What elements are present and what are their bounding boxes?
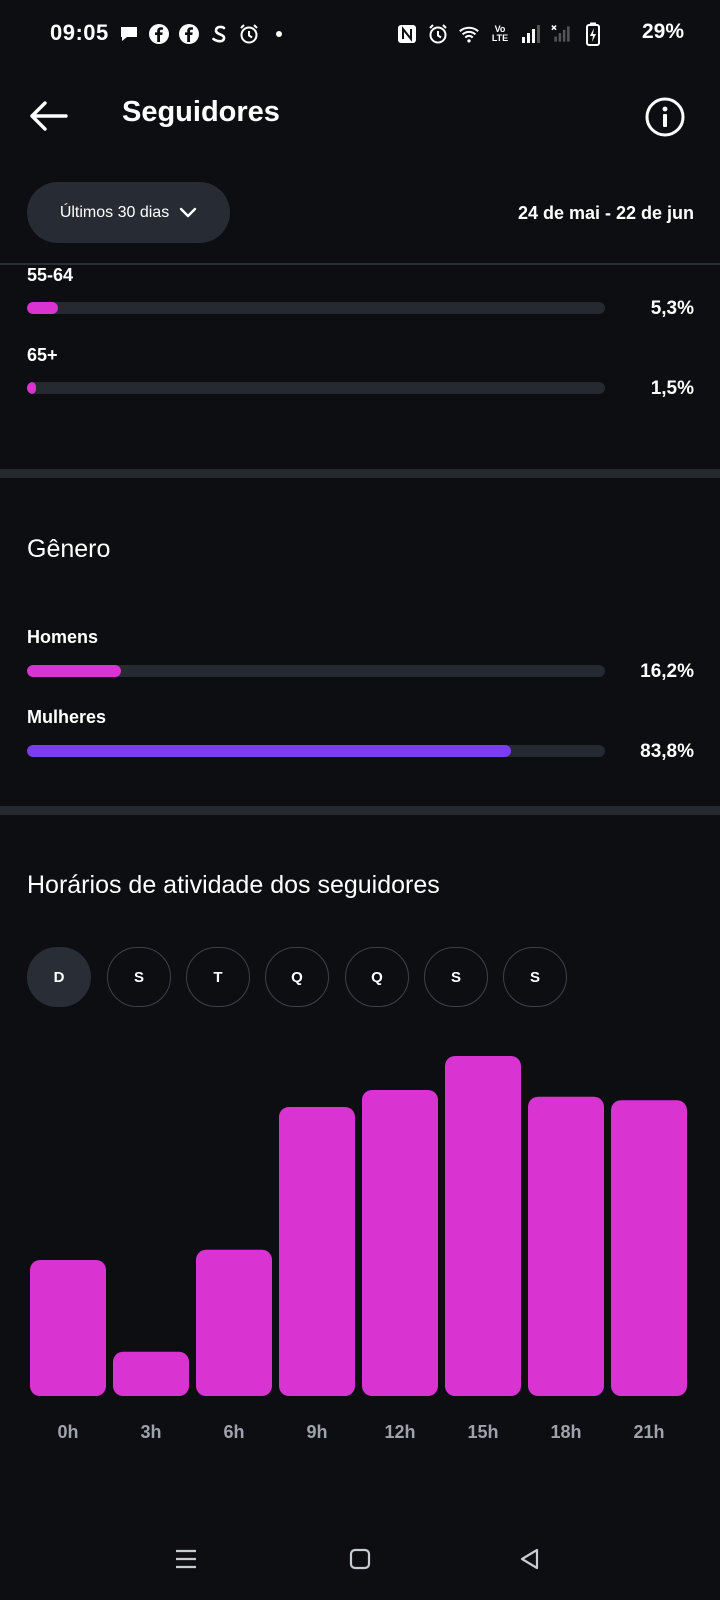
gender-title: Gênero bbox=[27, 535, 111, 563]
age-bar-55-64 bbox=[27, 302, 605, 314]
age-bar-fill bbox=[27, 382, 37, 394]
s-app-icon bbox=[208, 23, 230, 45]
day-chip-thursday[interactable]: Q bbox=[345, 947, 409, 1007]
chart-bar-9h bbox=[279, 1107, 355, 1396]
day-chip-label: Q bbox=[371, 968, 383, 986]
chart-bar-12h bbox=[362, 1090, 438, 1396]
chart-bar-21h bbox=[611, 1100, 687, 1396]
gender-label-men: Homens bbox=[27, 627, 99, 647]
battery-percentage: 29% bbox=[641, 20, 684, 43]
chart-x-label: 6h bbox=[223, 1422, 244, 1442]
day-chip-label: T bbox=[213, 968, 223, 986]
gender-label-women: Mulheres bbox=[27, 707, 107, 727]
age-label-65-plus: 65+ bbox=[27, 345, 58, 365]
chart-x-label: 12h bbox=[384, 1422, 415, 1442]
chart-x-label: 3h bbox=[140, 1422, 161, 1442]
day-chip-tuesday[interactable]: T bbox=[186, 947, 250, 1007]
gender-bar-fill bbox=[27, 745, 512, 757]
page-title: Seguidores bbox=[122, 96, 280, 128]
day-chip-label: S bbox=[450, 968, 461, 986]
chart-x-label: 21h bbox=[633, 1422, 664, 1442]
section-divider bbox=[0, 469, 720, 478]
signal-icon bbox=[520, 23, 542, 45]
back-nav-button[interactable] bbox=[500, 1535, 560, 1583]
menu-icon bbox=[176, 1549, 196, 1569]
period-dropdown[interactable]: Últimos 30 dias bbox=[27, 182, 230, 243]
section-divider bbox=[0, 806, 720, 815]
alarm-icon bbox=[238, 23, 260, 45]
status-time: 09:05 bbox=[50, 20, 109, 45]
gender-bar-men bbox=[27, 665, 605, 677]
day-chip-monday[interactable]: S bbox=[107, 947, 171, 1007]
day-chip-label: S bbox=[529, 968, 540, 986]
facebook-icon bbox=[178, 23, 200, 45]
chart-bar-18h bbox=[528, 1096, 604, 1396]
arrow-left-icon bbox=[30, 101, 68, 131]
period-label: Últimos 30 dias bbox=[59, 203, 170, 221]
volte-icon: Vo LTE bbox=[489, 23, 511, 45]
recent-apps-button[interactable] bbox=[156, 1535, 216, 1583]
signal-no-service-icon bbox=[551, 23, 573, 45]
divider bbox=[0, 263, 720, 265]
status-right-icons: Vo LTE bbox=[396, 22, 604, 46]
date-range: 24 de mai - 22 de jun bbox=[517, 203, 694, 223]
home-square-icon bbox=[349, 1548, 371, 1570]
gender-bar-fill bbox=[27, 665, 121, 677]
chart-x-label: 15h bbox=[467, 1422, 498, 1442]
age-label-55-64: 55-64 bbox=[27, 265, 74, 285]
alarm-icon bbox=[427, 23, 449, 45]
chart-bar-3h bbox=[113, 1351, 189, 1396]
day-chip-label: Q bbox=[291, 968, 303, 986]
day-chip-label: D bbox=[53, 968, 65, 986]
battery-charging-icon bbox=[582, 22, 604, 46]
chart-bar-0h bbox=[30, 1260, 106, 1396]
status-bar: 09:05 Vo LTE 29% bbox=[0, 0, 720, 66]
day-chip-wednesday[interactable]: Q bbox=[265, 947, 329, 1007]
back-button[interactable] bbox=[24, 92, 72, 140]
chevron-down-icon bbox=[179, 207, 197, 217]
day-chip-friday[interactable]: S bbox=[424, 947, 488, 1007]
age-value-65-plus: 1,5% bbox=[650, 378, 694, 399]
chat-bubble-icon bbox=[118, 23, 140, 45]
age-value-55-64: 5,3% bbox=[650, 298, 694, 319]
gender-value-women: 83,8% bbox=[640, 741, 694, 762]
status-left-icons bbox=[118, 22, 290, 46]
dot-icon bbox=[268, 23, 290, 45]
gender-value-men: 16,2% bbox=[640, 661, 694, 682]
day-chip-sunday[interactable]: D bbox=[27, 947, 91, 1007]
day-chip-saturday[interactable]: S bbox=[503, 947, 567, 1007]
age-bar-fill bbox=[27, 302, 58, 314]
wifi-icon bbox=[458, 23, 480, 45]
chart-bar-15h bbox=[445, 1056, 521, 1396]
gender-bar-women bbox=[27, 745, 605, 757]
back-triangle-icon bbox=[520, 1548, 539, 1570]
chart-x-label: 18h bbox=[550, 1422, 581, 1442]
day-chip-label: S bbox=[133, 968, 144, 986]
activity-chart: 0h 3h 6h 9h 12h 15h 18h 21h bbox=[30, 1056, 687, 1442]
facebook-icon bbox=[148, 23, 170, 45]
chart-x-label: 0h bbox=[57, 1422, 78, 1442]
info-icon bbox=[645, 97, 685, 137]
chart-x-label: 9h bbox=[306, 1422, 327, 1442]
info-button[interactable] bbox=[642, 94, 688, 140]
volte-label: Vo LTE bbox=[491, 24, 509, 43]
nfc-icon bbox=[396, 23, 418, 45]
chart-bar-6h bbox=[196, 1249, 272, 1396]
age-bar-65-plus bbox=[27, 382, 605, 394]
home-button[interactable] bbox=[330, 1535, 390, 1583]
activity-title: Horários de atividade dos seguidores bbox=[27, 871, 440, 899]
